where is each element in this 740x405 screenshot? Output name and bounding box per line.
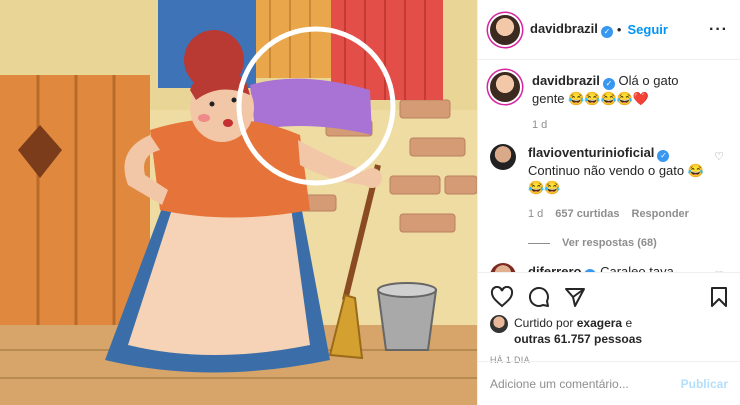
ellipsis-icon[interactable]: ··· xyxy=(709,21,728,39)
bookmark-icon[interactable] xyxy=(710,286,728,308)
post-actions: Curtido por exagera e outras 61.757 pess… xyxy=(478,272,740,365)
comments-list: davidbrazil ✓ Olá o gato gente 😂😂😂😂❤️ 1 d… xyxy=(478,60,740,272)
verified-badge-icon: ✓ xyxy=(657,150,670,162)
like-heart-icon[interactable] xyxy=(490,286,514,308)
likes-count[interactable]: outras 61.757 pessoas xyxy=(514,332,642,346)
comment-bubble-icon[interactable] xyxy=(528,286,550,308)
follow-button[interactable]: Seguir xyxy=(627,22,667,37)
reply-button[interactable]: Responder xyxy=(632,206,689,223)
comment-username[interactable]: flavioventurinioficial xyxy=(528,145,654,160)
cartoon-illustration xyxy=(0,0,477,405)
comment-input[interactable]: Adicione um comentário... xyxy=(490,377,629,391)
comment-time: 1 d xyxy=(532,119,548,131)
instagram-post-view: davidbrazil ✓ • Seguir ··· davidbrazil ✓ O… xyxy=(0,0,740,405)
comment-likes[interactable]: 657 curtidas xyxy=(555,206,619,223)
add-comment-bar: Adicione um comentário... Publicar xyxy=(478,361,740,405)
post-header: davidbrazil ✓ • Seguir ··· xyxy=(478,0,740,60)
share-paper-plane-icon[interactable] xyxy=(564,286,586,308)
verified-badge-icon: ✓ xyxy=(602,78,615,90)
comment-item: diferrero✓ Caraleo tava impossível , fiq… xyxy=(490,263,724,272)
caption: davidbrazil ✓ Olá o gato gente 😂😂😂😂❤️ 1 d xyxy=(490,72,724,134)
commenter-avatar[interactable] xyxy=(490,263,516,272)
liker-avatar[interactable] xyxy=(490,315,508,333)
divider-line xyxy=(528,242,550,244)
commenter-avatar[interactable] xyxy=(490,144,516,170)
comment-time: 1 d xyxy=(528,208,544,220)
caption-avatar[interactable] xyxy=(490,72,520,102)
liker-username[interactable]: exagera xyxy=(577,316,622,330)
author-avatar[interactable] xyxy=(490,14,520,45)
comment-item: flavioventurinioficial ✓ Continuo não ven… xyxy=(490,144,724,223)
likes-summary: Curtido por exagera e outras 61.757 pess… xyxy=(490,315,728,347)
verified-badge-icon: ✓ xyxy=(600,26,613,38)
comment-text: Continuo não vendo o gato 😂😂😂 xyxy=(528,163,704,195)
author-username[interactable]: davidbrazil ✓ xyxy=(530,21,613,38)
post-side-panel: davidbrazil ✓ • Seguir ··· davidbrazil ✓ O… xyxy=(477,0,740,405)
view-replies-button[interactable]: Ver respostas (68) xyxy=(528,237,724,249)
like-comment-heart-icon[interactable]: ♡ xyxy=(714,150,724,163)
comment-username[interactable]: davidbrazil xyxy=(532,73,600,88)
publish-button[interactable]: Publicar xyxy=(681,377,728,391)
comment-username[interactable]: diferrero xyxy=(528,264,581,272)
post-image[interactable] xyxy=(0,0,477,405)
